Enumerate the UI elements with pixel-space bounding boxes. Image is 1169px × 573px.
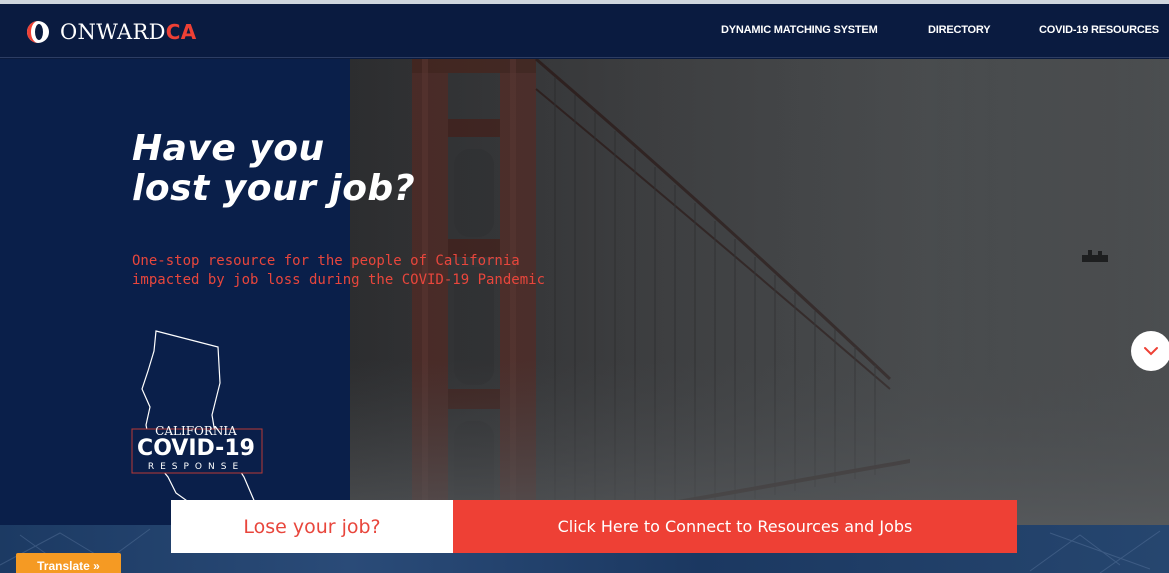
- connect-resources-button[interactable]: Click Here to Connect to Resources and J…: [453, 500, 1017, 553]
- bridge-illustration: [350, 59, 1169, 525]
- main-nav: DYNAMIC MATCHING SYSTEM DIRECTORY COVID-…: [0, 4, 1169, 58]
- top-navbar: ONWARDCA DYNAMIC MATCHING SYSTEM DIRECTO…: [0, 4, 1169, 58]
- nav-directory[interactable]: DIRECTORY: [928, 24, 991, 36]
- hero-section: Have you lost your job? One-stop resourc…: [0, 59, 1169, 525]
- translate-button[interactable]: Translate »: [16, 553, 121, 573]
- nav-covid-19-resources[interactable]: COVID-19 RESOURCES: [1039, 24, 1159, 36]
- badge-line-3: RESPONSE: [148, 462, 244, 472]
- scroll-down-button[interactable]: [1131, 331, 1169, 371]
- hero-headline: Have you lost your job?: [132, 129, 415, 209]
- headline-line-2: lost your job?: [132, 168, 416, 209]
- california-covid-response-logo: CALIFORNIA COVID-19 RESPONSE: [128, 327, 278, 525]
- nav-dynamic-matching-system[interactable]: DYNAMIC MATCHING SYSTEM: [721, 24, 878, 36]
- california-map-icon: CALIFORNIA COVID-19 RESPONSE: [131, 330, 264, 525]
- headline-line-1: Have you: [132, 128, 325, 169]
- hero-subtext: One-stop resource for the people of Cali…: [132, 253, 546, 288]
- lose-your-job-label: Lose your job?: [171, 500, 453, 553]
- chevron-down-icon: [1144, 347, 1158, 356]
- badge-line-2: COVID-19: [137, 436, 255, 461]
- golden-gate-bridge-photo: [350, 59, 1169, 525]
